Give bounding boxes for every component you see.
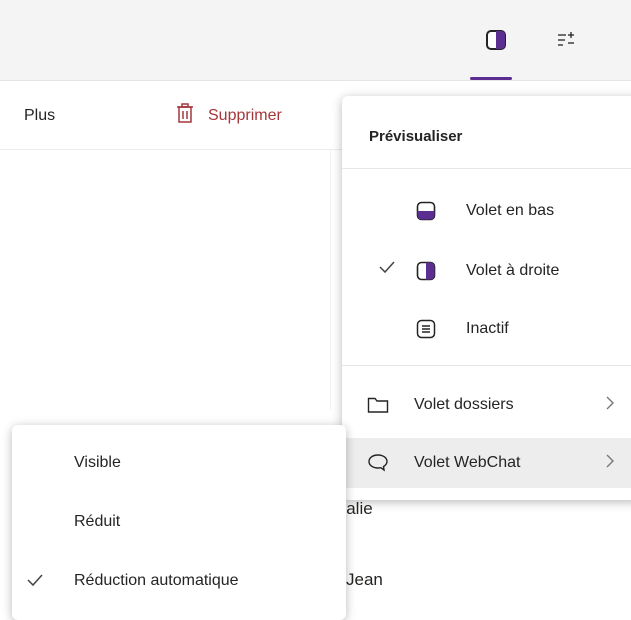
- submenu-label: Volet WebChat: [414, 454, 521, 471]
- option-visible[interactable]: Visible: [12, 439, 346, 489]
- option-collapsed[interactable]: Réduit: [12, 498, 346, 548]
- more-button[interactable]: Plus: [24, 107, 55, 125]
- preview-pane-icon[interactable]: [482, 26, 510, 54]
- option-right-pane[interactable]: Volet à droite: [342, 246, 631, 296]
- option-label: Réduction automatique: [74, 572, 239, 589]
- menu-header: Prévisualiser: [369, 128, 463, 145]
- submenu-folder-pane[interactable]: Volet dossiers: [342, 380, 631, 430]
- top-bar: [0, 0, 631, 81]
- menu-divider: [342, 365, 631, 366]
- option-inactive[interactable]: Inactif: [342, 304, 631, 354]
- option-label: Réduit: [74, 513, 121, 530]
- option-label: Volet à droite: [466, 262, 560, 279]
- column-divider: [330, 150, 331, 410]
- delete-label: Supprimer: [208, 106, 282, 124]
- webchat-visibility-menu: Visible Réduit Réduction automatique: [12, 425, 346, 620]
- chevron-right-icon: [605, 396, 615, 415]
- option-label: Visible: [74, 454, 121, 471]
- option-label: Inactif: [466, 320, 509, 337]
- inactive-pane-icon: [414, 317, 438, 341]
- filter-icon[interactable]: [553, 26, 581, 54]
- chat-icon: [366, 452, 390, 474]
- chevron-right-icon: [605, 454, 615, 473]
- option-bottom-pane[interactable]: Volet en bas: [342, 186, 631, 236]
- preview-tab-indicator: [470, 77, 512, 80]
- submenu-label: Volet dossiers: [414, 396, 514, 413]
- submenu-webchat-pane[interactable]: Volet WebChat: [342, 438, 631, 488]
- trash-icon: [176, 103, 194, 128]
- bottom-pane-icon: [414, 199, 438, 223]
- option-auto-collapse[interactable]: Réduction automatique: [12, 557, 346, 607]
- folder-icon: [366, 394, 390, 416]
- checkmark-icon: [26, 573, 44, 592]
- checkmark-icon: [378, 260, 396, 279]
- preview-menu: Prévisualiser Volet en bas Volet à droit…: [342, 96, 631, 500]
- option-label: Volet en bas: [466, 202, 555, 219]
- right-pane-icon: [414, 259, 438, 283]
- delete-button[interactable]: Supprimer: [176, 103, 282, 128]
- menu-divider: [342, 168, 631, 169]
- list-item[interactable]: Jean: [346, 570, 383, 590]
